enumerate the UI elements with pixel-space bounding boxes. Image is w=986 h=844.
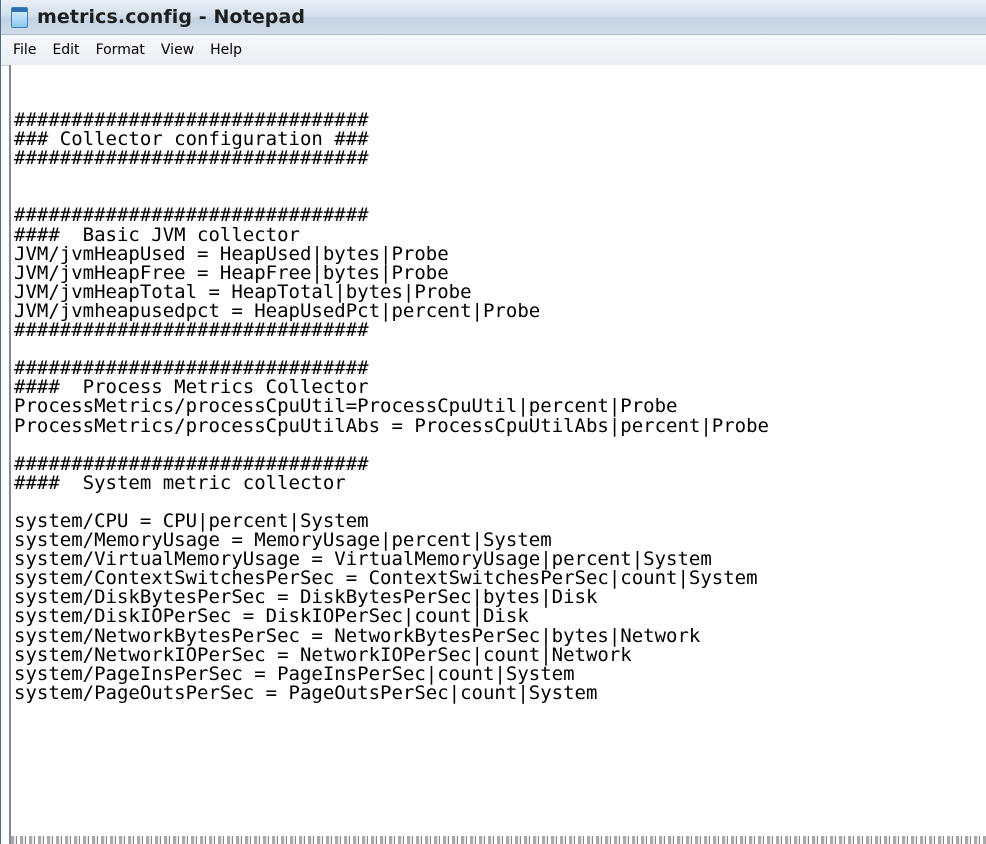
menu-view[interactable]: View (153, 35, 202, 65)
editor-line: ############################### (14, 319, 369, 342)
editor-line: ProcessMetrics/processCpuUtil=ProcessCpu… (14, 395, 678, 418)
text-editor-area[interactable]: ############################### ### Colle… (9, 65, 986, 844)
editor-line: JVM/jvmHeapFree = HeapFree|bytes|Probe (14, 261, 449, 284)
editor-line: ############################### (14, 452, 369, 475)
editor-line: #### Basic JVM collector (14, 223, 300, 246)
menu-bar: File Edit Format View Help (1, 35, 986, 66)
notepad-icon[interactable] (9, 6, 29, 28)
editor-line: system/PageInsPerSec = PageInsPerSec|cou… (14, 662, 575, 685)
editor-line: ############################### (14, 147, 369, 170)
window-title: metrics.config - Notepad (37, 6, 306, 28)
torn-edge-divider (11, 836, 986, 844)
menu-help[interactable]: Help (202, 35, 250, 65)
editor-text[interactable]: ############################### ### Colle… (11, 65, 986, 703)
editor-line: ############################### (14, 204, 369, 227)
notepad-window: metrics.config - Notepad File Edit Forma… (0, 0, 986, 844)
editor-line: system/PageOutsPerSec = PageOutsPerSec|c… (14, 681, 598, 704)
menu-file[interactable]: File (5, 35, 44, 65)
editor-line: #### System metric collector (14, 471, 346, 494)
editor-line: system/DiskIOPerSec = DiskIOPerSec|count… (14, 605, 529, 628)
editor-line: system/NetworkIOPerSec = NetworkIOPerSec… (14, 643, 632, 666)
editor-line: JVM/jvmHeapUsed = HeapUsed|bytes|Probe (14, 242, 449, 265)
menu-edit[interactable]: Edit (44, 35, 87, 65)
editor-line: system/NetworkBytesPerSec = NetworkBytes… (14, 624, 701, 647)
title-bar[interactable]: metrics.config - Notepad (1, 0, 986, 35)
editor-line: ProcessMetrics/processCpuUtilAbs = Proce… (14, 414, 769, 437)
menu-format[interactable]: Format (88, 35, 153, 65)
